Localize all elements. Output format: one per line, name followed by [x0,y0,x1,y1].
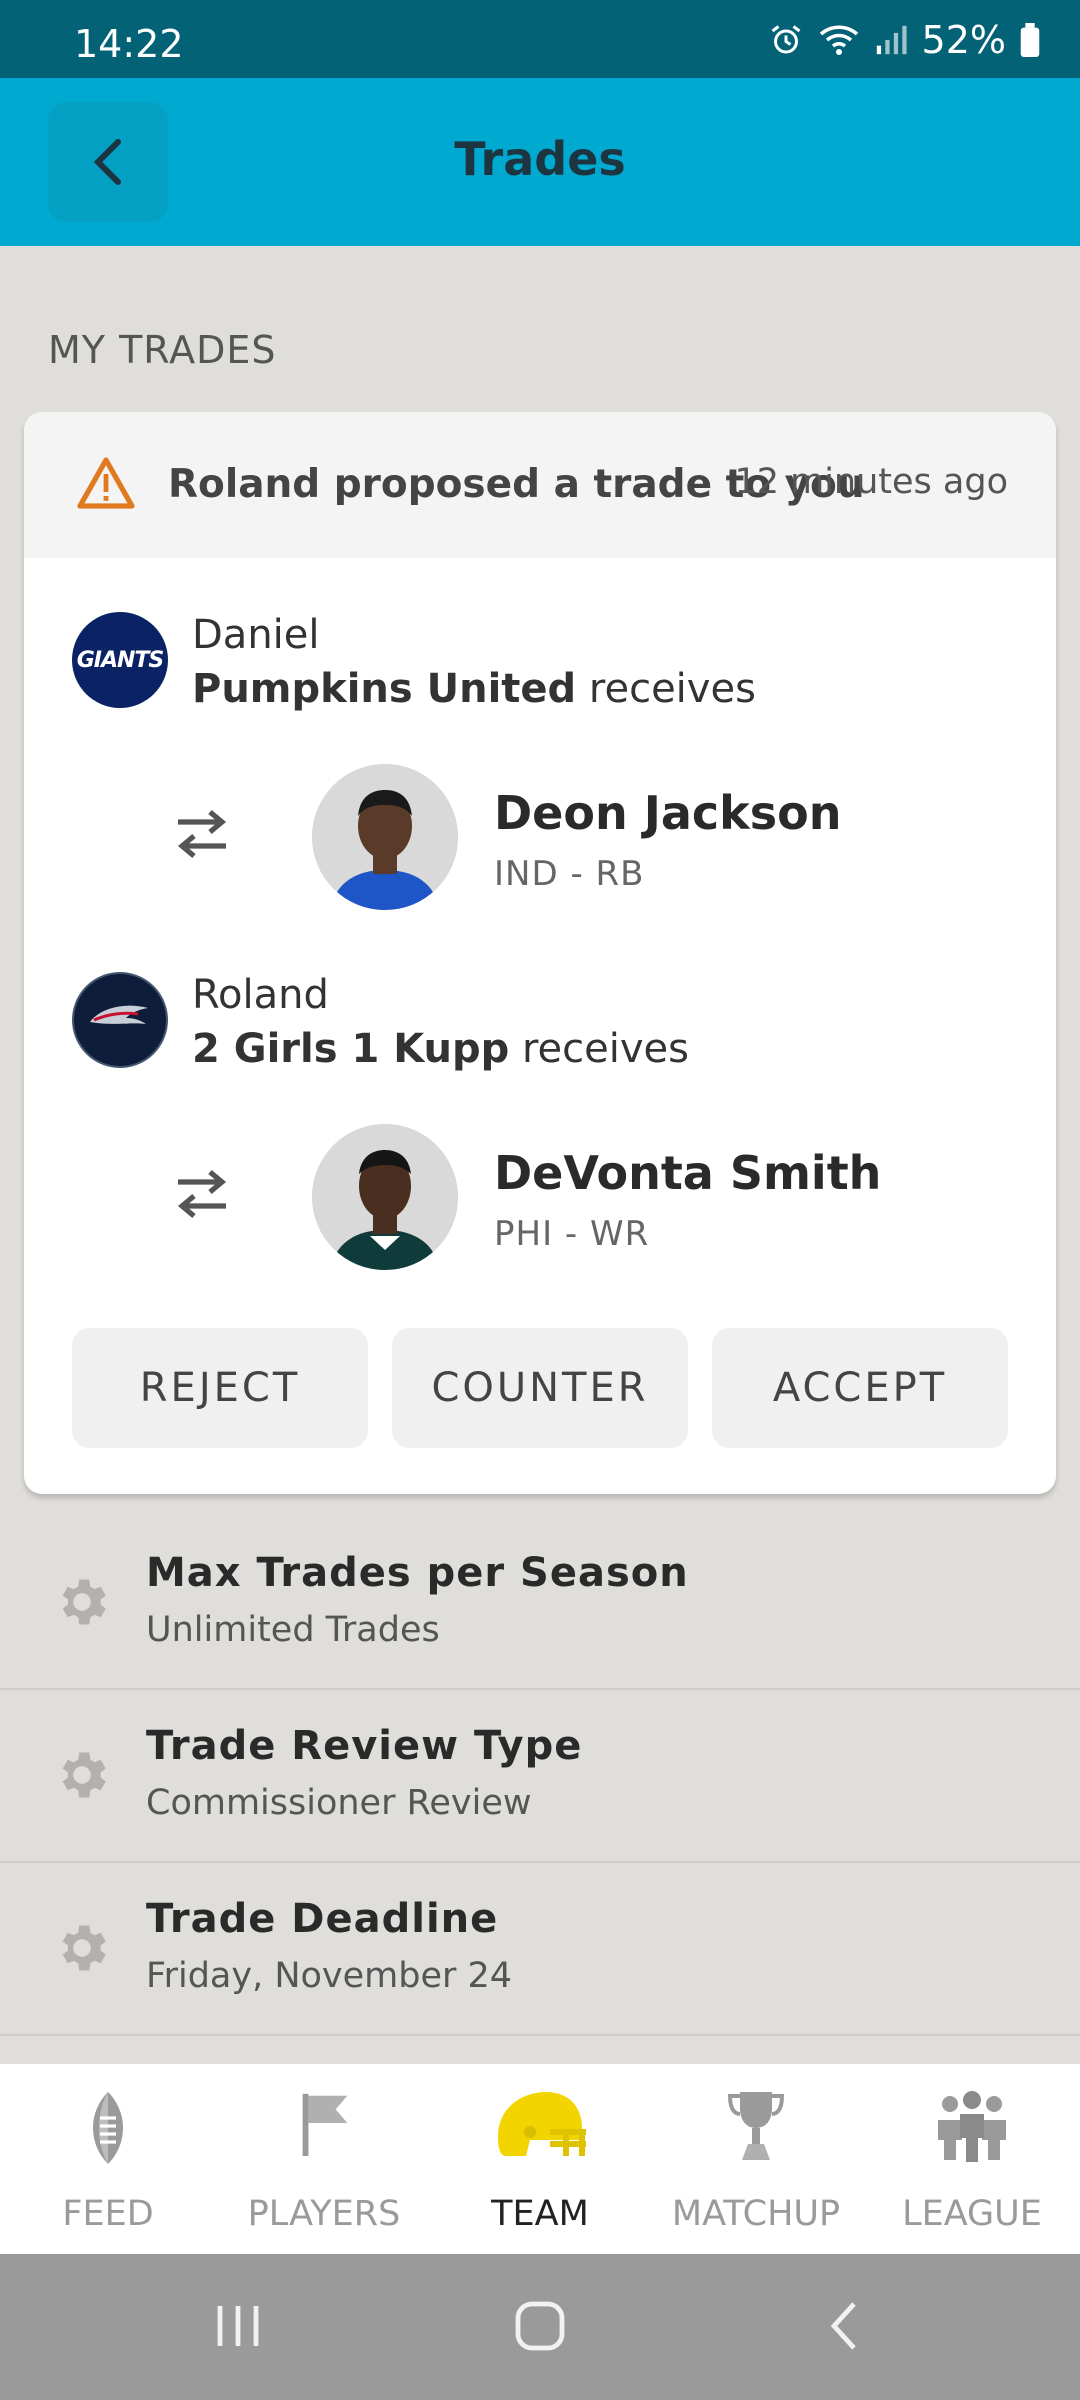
player-photo [312,1124,458,1270]
bottom-nav: FEED PLAYERS TEAM MATCHUP LEAGUE [0,2064,1080,2254]
section-title: MY TRADES [48,328,277,372]
setting-max-trades[interactable]: Max Trades per Season Unlimited Trades [0,1518,1080,1690]
setting-title: Trade Deadline [146,1896,499,1942]
counter-button[interactable]: COUNTER [392,1328,688,1448]
player-position: IND - RB [494,854,645,894]
setting-value: Unlimited Trades [146,1610,440,1650]
setting-trade-deadline[interactable]: Trade Deadline Friday, November 24 [0,1864,1080,2036]
nav-label: MATCHUP [671,2194,841,2234]
nav-team[interactable]: TEAM [432,2064,648,2254]
party-receives: 2 Girls 1 Kupp receives [192,1026,689,1072]
setting-title: Trade Review Type [146,1723,583,1769]
player-row[interactable]: DeVonta Smith PHI - WR [24,1124,1056,1270]
giants-logo: GIANTS [72,612,168,708]
home-icon[interactable] [512,2298,568,2354]
trade-actions: REJECT COUNTER ACCEPT [72,1328,1008,1448]
setting-title: Max Trades per Season [146,1550,689,1596]
player-avatar [312,764,458,910]
swap-icon [177,810,227,858]
system-nav-bar [0,2254,1080,2400]
people-icon [938,2091,1006,2162]
party-team: Pumpkins United [192,666,577,712]
back-nav-icon[interactable] [818,2298,874,2354]
reject-button[interactable]: REJECT [72,1328,368,1448]
nav-players[interactable]: PLAYERS [216,2064,432,2254]
swap-icon [177,1170,227,1218]
battery-icon [1020,23,1040,57]
player-avatar [312,1124,458,1270]
trophy-icon [727,2092,785,2160]
receives-label: receives [521,1026,689,1072]
setting-review-type[interactable]: Trade Review Type Commissioner Review [0,1691,1080,1863]
party-team: 2 Girls 1 Kupp [192,1026,510,1072]
accept-button[interactable]: ACCEPT [712,1328,1008,1448]
nav-label: PLAYERS [247,2194,401,2234]
party-receives: Pumpkins United receives [192,666,756,712]
giants-logo-text: GIANTS [76,647,165,673]
nav-label: LEAGUE [902,2194,1042,2234]
player-row[interactable]: Deon Jackson IND - RB [24,764,1056,910]
nav-label: FEED [62,2194,154,2234]
football-icon [93,2092,123,2164]
player-photo [312,764,458,910]
nav-league[interactable]: LEAGUE [864,2064,1080,2254]
app-header: Trades [0,78,1080,246]
setting-value: Commissioner Review [146,1783,532,1823]
page-title: Trades [454,132,626,186]
gear-icon [62,1579,106,1625]
party-owner: Daniel [192,612,320,658]
trade-notice: Roland proposed a trade to you 12 minute… [24,412,1056,558]
nav-feed[interactable]: FEED [0,2064,216,2254]
gear-icon [62,1752,106,1798]
status-time: 14:22 [74,22,184,66]
wifi-icon [819,25,858,55]
receives-label: receives [588,666,756,712]
setting-value: Friday, November 24 [146,1956,513,1996]
status-icons: 52% [768,18,1040,62]
nav-matchup[interactable]: MATCHUP [648,2064,864,2254]
gear-icon [62,1925,106,1971]
signal-icon [876,25,907,55]
patriots-logo-mark [90,1005,148,1024]
warning-icon [77,457,135,509]
nav-label: TEAM [491,2194,589,2234]
player-name: Deon Jackson [494,786,842,840]
trade-card: Roland proposed a trade to you 12 minute… [24,412,1056,1494]
status-bar: 14:22 52% [0,0,1080,78]
player-position: PHI - WR [494,1214,650,1254]
alarm-icon [771,25,800,54]
flag-icon [302,2093,348,2157]
notice-time: 12 minutes ago [734,462,1008,502]
recent-apps-icon[interactable] [210,2298,266,2354]
helmet-icon [498,2092,586,2156]
patriots-logo [72,972,168,1068]
player-name: DeVonta Smith [494,1146,882,1200]
party-owner: Roland [192,972,329,1018]
battery-percent: 52% [921,18,1006,62]
